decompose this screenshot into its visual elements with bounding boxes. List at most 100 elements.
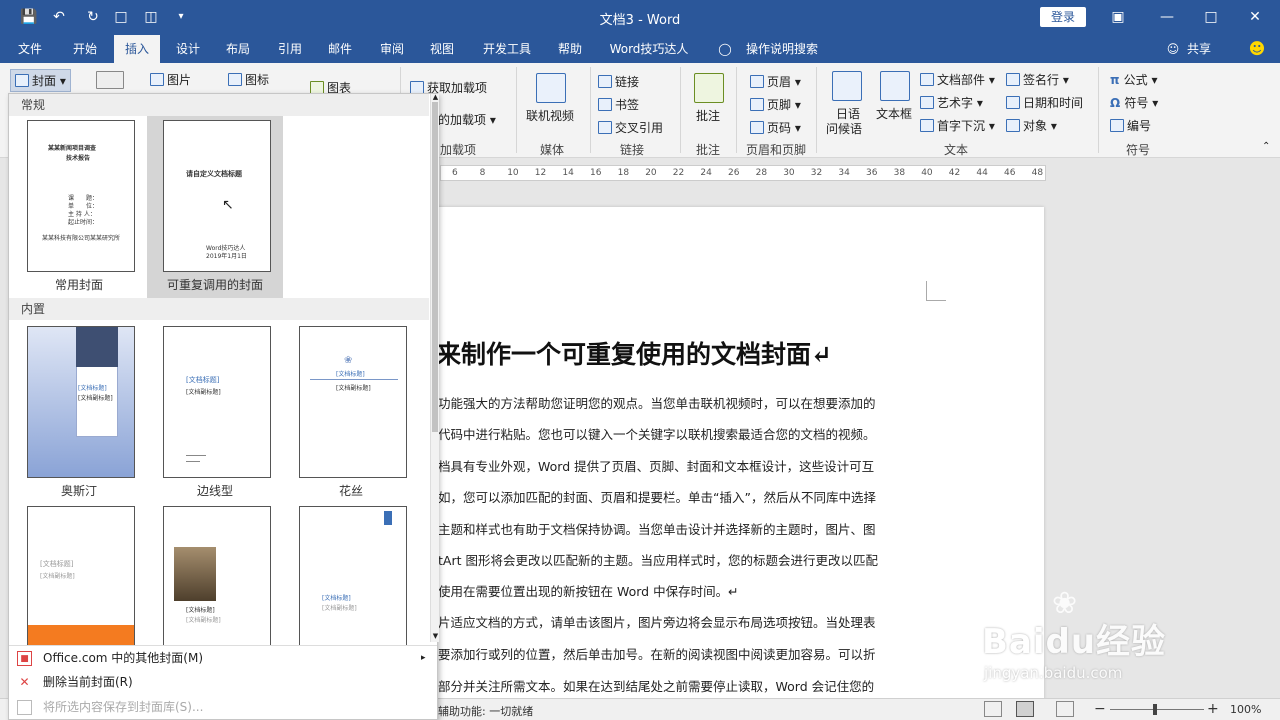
zoom-slider[interactable]	[1110, 709, 1204, 710]
addins-group-label: 加载项	[440, 143, 477, 157]
pictures-button[interactable]: 图片	[150, 71, 191, 88]
scroll-up-icon[interactable]: ▲	[431, 93, 440, 101]
cover-thumb-austin[interactable]: [文档标题] [文档副标题] 奥斯汀	[11, 322, 147, 502]
body-line-8: 片适应文档的方式，请单击该图片，图片旁边将会显示布局选项按钮。当处理表	[438, 615, 876, 630]
body-line-4: 如，您可以添加匹配的封面、页眉和提要栏。单击“插入”，然后从不同库中选择	[438, 490, 876, 505]
close-button[interactable]: ✕	[1240, 6, 1270, 28]
login-button[interactable]: 登录	[1040, 7, 1086, 27]
footer-button[interactable]: 页脚 ▾	[750, 96, 801, 113]
tab-file[interactable]: 文件	[8, 35, 52, 63]
document-page[interactable]: 来制作一个可重复使用的文档封面↵ 功能强大的方法帮助您证明您的观点。当您单击联机…	[420, 207, 1044, 702]
cover-thumb-reusable[interactable]: 请自定义文档标题 Word技巧达人 2019年1月1日 ↖ 可重复调用的封面	[147, 116, 283, 298]
tab-home[interactable]: 开始	[62, 35, 108, 63]
cover-thumb-common[interactable]: 某某新闻项目调查 技术报告 课 题： 单 位： 主 持 人： 起止时间： 某某科…	[11, 116, 147, 296]
ruler-number: 40	[921, 168, 933, 178]
icons-icon	[228, 73, 242, 86]
read-mode-icon[interactable]	[984, 701, 1002, 717]
wordart-button[interactable]: 艺术字 ▾	[920, 94, 983, 111]
collapse-ribbon-icon[interactable]: ⌃	[1262, 141, 1270, 152]
cover-thumb-filigree[interactable]: ❀ [文档标题] [文档副标题] 花丝	[283, 322, 419, 502]
zoom-in-icon[interactable]: +	[1207, 701, 1219, 717]
link-icon	[598, 75, 612, 88]
submenu-arrow-icon: ▸	[421, 653, 426, 663]
margin-corner-mark	[926, 281, 946, 301]
bookmark-button[interactable]: 书签	[598, 96, 639, 113]
web-layout-icon[interactable]	[1056, 701, 1074, 717]
cover-thumb-4[interactable]: [文档标题] [文档副标题]	[11, 502, 147, 646]
object-button[interactable]: 对象 ▾	[1006, 117, 1057, 134]
share-button[interactable]: 共享	[1184, 35, 1214, 63]
quick-parts-button[interactable]: 文档部件 ▾	[920, 71, 995, 88]
comment-group-label: 批注	[696, 143, 721, 157]
page-number-button[interactable]: 页码 ▾	[750, 119, 801, 136]
number-icon	[1110, 119, 1124, 132]
cover-thumb-sideline[interactable]: [文档标题] [文档副标题] 边线型	[147, 322, 283, 502]
calendar-icon	[1006, 96, 1020, 109]
ruler-number: 8	[479, 168, 486, 178]
greeting-line2[interactable]: 问候语	[826, 120, 862, 137]
scrollbar-thumb[interactable]	[432, 102, 438, 432]
online-video-button[interactable]: 联机视频	[526, 107, 574, 124]
symbols-group-label: 符号	[1126, 143, 1151, 157]
tab-word-tips[interactable]: Word技巧达人	[602, 35, 696, 63]
page-number-icon	[750, 121, 764, 134]
window-title: 文档3 - Word	[599, 13, 681, 28]
cover-thumb-5[interactable]: [文档标题] [文档副标题]	[147, 502, 283, 646]
tab-view[interactable]: 视图	[420, 35, 464, 63]
number-button[interactable]: 编号	[1110, 117, 1151, 134]
mouse-cursor-icon: ↖	[222, 197, 234, 213]
ruler-number: 30	[783, 168, 795, 178]
textbox-button[interactable]: 文本框	[876, 105, 912, 122]
date-time-button[interactable]: 日期和时间	[1006, 94, 1083, 111]
symbol-button[interactable]: Ω 符号 ▾	[1110, 94, 1158, 111]
tab-review[interactable]: 审阅	[370, 35, 414, 63]
accessibility-status[interactable]: 辅助功能: 一切就绪	[438, 703, 533, 719]
my-addins-button[interactable]: 的加载项 ▾	[438, 111, 496, 128]
scroll-down-icon[interactable]: ▼	[431, 632, 440, 640]
tab-developer[interactable]: 开发工具	[474, 35, 540, 63]
menu-delete-cover[interactable]: ✕ 删除当前封面(R)	[9, 670, 437, 695]
smiley-feedback-icon[interactable]: ☻	[1246, 35, 1268, 63]
cross-reference-button[interactable]: 交叉引用	[598, 119, 663, 136]
cover-page-gallery: 常规 某某新闻项目调查 技术报告 课 题： 单 位： 主 持 人： 起止时间： …	[8, 93, 440, 720]
icons-button[interactable]: 图标	[228, 71, 269, 88]
comment-button[interactable]: 批注	[696, 107, 720, 124]
cover-thumb-6[interactable]: [文档标题] [文档副标题]	[283, 502, 419, 646]
ruler-number: 12	[534, 168, 547, 178]
ruler-number: 38	[893, 168, 906, 178]
signature-line-button[interactable]: 签名行 ▾	[1006, 71, 1069, 88]
ruler-number: 42	[948, 168, 961, 178]
thumb-caption: 边线型	[196, 484, 233, 498]
tab-references[interactable]: 引用	[268, 35, 312, 63]
equation-button[interactable]: π 公式 ▾	[1110, 71, 1158, 88]
textbox-icon	[880, 71, 910, 101]
maximize-button[interactable]: □	[1196, 6, 1226, 28]
header-button[interactable]: 页眉 ▾	[750, 73, 801, 90]
zoom-out-icon[interactable]: −	[1094, 701, 1106, 717]
cover-page-button[interactable]: 封面 ▾	[10, 69, 71, 92]
print-layout-icon[interactable]	[1016, 701, 1034, 717]
zoom-slider-thumb[interactable]	[1153, 704, 1157, 715]
tab-design[interactable]: 设计	[166, 35, 210, 63]
link-button[interactable]: 链接	[598, 73, 639, 90]
minimize-button[interactable]: —	[1152, 6, 1182, 28]
tab-layout[interactable]: 布局	[216, 35, 260, 63]
body-line-9: 要添加行或列的位置，然后单击加号。在新的阅读视图中阅读更加容易。可以折	[438, 647, 876, 662]
ruler-number: 28	[755, 168, 768, 178]
body-line-7: 使用在需要位置出现的新按钮在 Word 中保存时间。↵	[438, 584, 739, 599]
drop-cap-button[interactable]: 首字下沉 ▾	[920, 117, 995, 134]
title-bar: 💾 ↶ ↻ □ ◫ ▾ 文档3 - Word 登录 ▣ — □ ✕	[0, 0, 1280, 35]
footer-icon	[750, 98, 764, 111]
zoom-level[interactable]: 100%	[1230, 703, 1261, 716]
comment-icon	[694, 73, 724, 103]
tab-insert[interactable]: 插入	[114, 35, 160, 63]
table-icon[interactable]	[96, 71, 127, 90]
tab-help[interactable]: 帮助	[548, 35, 592, 63]
menu-more-covers[interactable]: ■ Office.com 中的其他封面(M) ▸	[9, 645, 437, 670]
tell-me-search[interactable]: 操作说明搜索	[740, 35, 824, 63]
ruler-number: 22	[672, 168, 685, 178]
tab-mailings[interactable]: 邮件	[318, 35, 362, 63]
thumb-caption: 花丝	[338, 484, 363, 498]
ruler-number: 20	[645, 168, 657, 178]
ribbon-display-options-icon[interactable]: ▣	[1103, 6, 1133, 28]
